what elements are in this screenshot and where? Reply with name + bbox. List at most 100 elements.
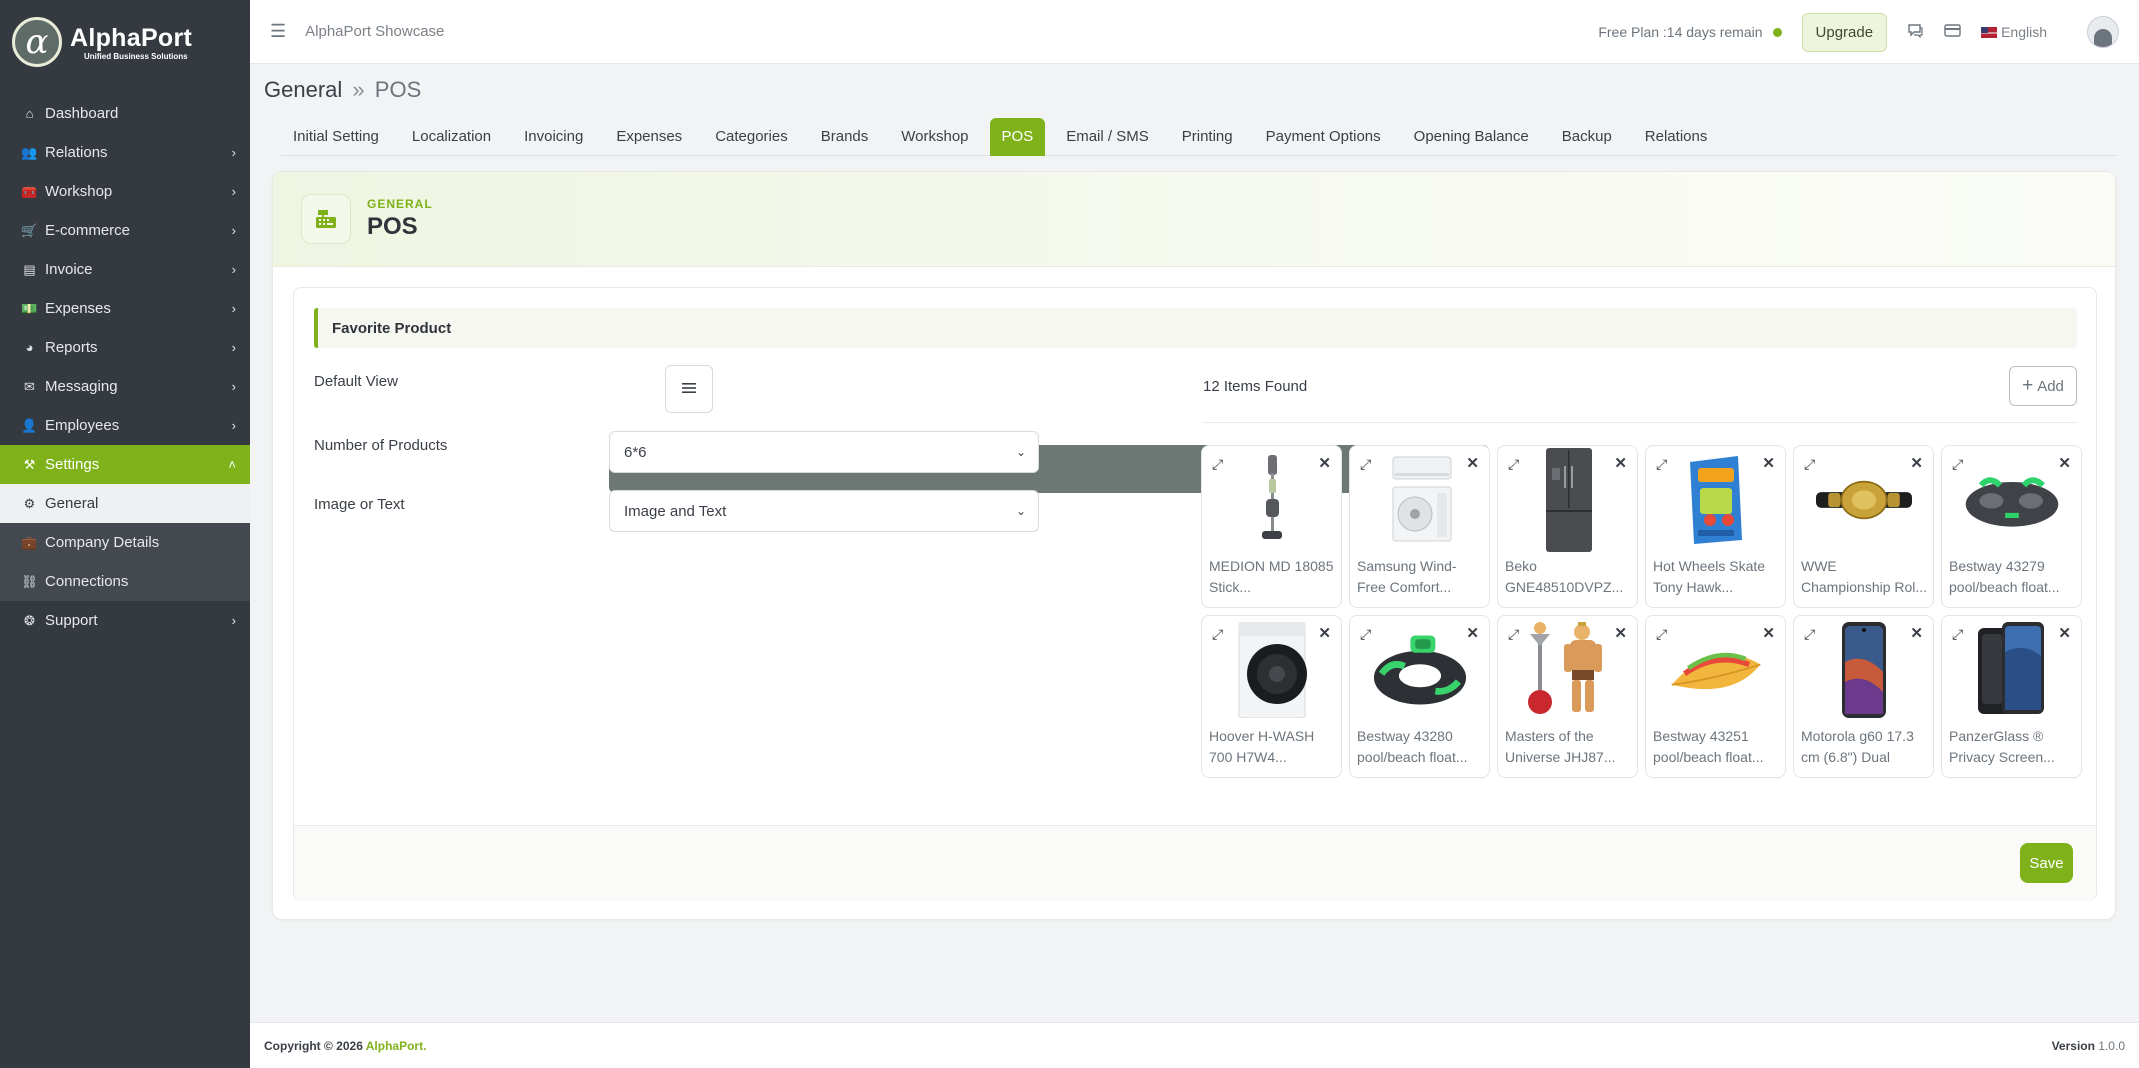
tab-categories[interactable]: Categories (703, 118, 800, 156)
product-card[interactable]: ⤢ ✕ Bestway 43279 pool/beach float... (1941, 445, 2082, 608)
link-icon: ⛓ (21, 573, 38, 589)
chevron-right-icon: › (231, 301, 236, 316)
close-icon[interactable]: ✕ (1614, 454, 1627, 472)
upgrade-button[interactable]: Upgrade (1801, 12, 1888, 52)
product-card[interactable]: ⤢ ✕ Hot Wheels Skate Tony Hawk... (1645, 445, 1786, 608)
product-card[interactable]: ⤢ ✕ Beko GNE48510DVPZ... (1497, 445, 1638, 608)
expand-icon[interactable]: ⤢ (1952, 626, 1963, 643)
close-icon[interactable]: ✕ (1466, 624, 1479, 642)
tab-email-sms[interactable]: Email / SMS (1054, 118, 1161, 156)
footer-brand-link[interactable]: AlphaPort. (366, 1039, 427, 1053)
sidebar-item-reports[interactable]: ◕ Reports › (0, 328, 250, 367)
sidebar-item-ecommerce[interactable]: 🛒 E-commerce › (0, 211, 250, 250)
form-footer: Save (294, 825, 2096, 901)
expand-icon[interactable]: ⤢ (1656, 626, 1667, 643)
tab-backup[interactable]: Backup (1550, 118, 1624, 156)
tab-payment-options[interactable]: Payment Options (1254, 118, 1393, 156)
hamburger-menu-icon[interactable]: ☰ (270, 21, 286, 42)
sidebar-item-settings[interactable]: ⚒ Settings ˄ (0, 445, 250, 484)
sidebar-item-label: Settings (45, 456, 100, 473)
close-icon[interactable]: ✕ (2058, 454, 2071, 472)
image-or-text-select[interactable]: Image and Text ⌄ (609, 490, 1039, 532)
product-image-float-green (1964, 452, 2060, 548)
close-icon[interactable]: ✕ (1318, 454, 1331, 472)
chevron-up-icon: ˄ (228, 457, 236, 472)
chevron-down-icon: ⌄ (1015, 445, 1026, 459)
tab-expenses[interactable]: Expenses (604, 118, 694, 156)
expand-icon[interactable]: ⤢ (1952, 456, 1963, 473)
sidebar-item-dashboard[interactable]: ⌂ Dashboard (0, 94, 250, 133)
language-selector[interactable]: English (1981, 24, 2047, 40)
product-card[interactable]: ⤢ ✕ PanzerGlass ® Privacy Screen... (1941, 615, 2082, 778)
close-icon[interactable]: ✕ (1910, 454, 1923, 472)
chat-icon[interactable] (1907, 23, 1924, 42)
product-card[interactable]: ⤢ ✕ Masters of the Universe JHJ87... (1497, 615, 1638, 778)
expand-icon[interactable]: ⤢ (1212, 456, 1223, 473)
tab-relations[interactable]: Relations (1633, 118, 1720, 156)
breadcrumb-parent[interactable]: General (264, 77, 342, 102)
image-or-text-label: Image or Text (314, 496, 405, 513)
tab-pos[interactable]: POS (989, 118, 1046, 156)
sidebar-item-expenses[interactable]: 💵 Expenses › (0, 289, 250, 328)
avatar[interactable] (2087, 16, 2119, 48)
product-card[interactable]: ⤢ ✕ Bestway 43251 pool/beach float... (1645, 615, 1786, 778)
sidebar-item-workshop[interactable]: 🧰 Workshop › (0, 172, 250, 211)
chevron-right-icon: › (231, 223, 236, 238)
sidebar-item-label: Connections (45, 573, 129, 590)
close-icon[interactable]: ✕ (1318, 624, 1331, 642)
sidebar-item-label: Relations (45, 144, 108, 161)
close-icon[interactable]: ✕ (1466, 454, 1479, 472)
expand-icon[interactable]: ⤢ (1804, 626, 1815, 643)
chevron-right-icon: › (231, 613, 236, 628)
sidebar-item-invoice[interactable]: ▤ Invoice › (0, 250, 250, 289)
expand-icon[interactable]: ⤢ (1656, 456, 1667, 473)
expand-icon[interactable]: ⤢ (1212, 626, 1223, 643)
product-card[interactable]: ⤢ ✕ Hoover H-WASH 700 H7W4... (1201, 615, 1342, 778)
sidebar-item-general[interactable]: ⚙ General (0, 484, 250, 523)
number-of-products-select[interactable]: 6*6 ⌄ (609, 431, 1039, 473)
expand-icon[interactable]: ⤢ (1804, 456, 1815, 473)
product-image-championship-belt (1816, 452, 1912, 548)
breadcrumb: General » POS (264, 77, 421, 103)
items-found-count: 12 Items Found (1203, 378, 1308, 395)
sidebar-item-company-details[interactable]: 💼 Company Details (0, 523, 250, 562)
close-icon[interactable]: ✕ (2058, 624, 2071, 642)
tab-printing[interactable]: Printing (1170, 118, 1245, 156)
users-icon: 👥 (21, 144, 38, 160)
tab-workshop[interactable]: Workshop (889, 118, 980, 156)
close-icon[interactable]: ✕ (1614, 624, 1627, 642)
sidebar-item-employees[interactable]: 👤 Employees › (0, 406, 250, 445)
product-card[interactable]: ⤢ ✕ MEDION MD 18085 Stick... (1201, 445, 1342, 608)
add-product-button[interactable]: + Add (2009, 366, 2077, 406)
cash-register-icon (301, 194, 351, 244)
expand-icon[interactable]: ⤢ (1360, 626, 1371, 643)
product-name: Motorola g60 17.3 cm (6.8") Dual SIM... (1801, 728, 1914, 765)
add-label: Add (2037, 377, 2064, 395)
credit-card-icon[interactable] (1944, 23, 1961, 41)
logo[interactable]: α AlphaPort Unified Business Solutions (0, 0, 250, 84)
sidebar-item-label: Dashboard (45, 105, 119, 122)
product-card[interactable]: ⤢ ✕ WWE Championship Rol... (1793, 445, 1934, 608)
sidebar-item-relations[interactable]: 👥 Relations › (0, 133, 250, 172)
expand-icon[interactable]: ⤢ (1508, 456, 1519, 473)
save-button[interactable]: Save (2020, 843, 2073, 883)
number-of-products-label: Number of Products (314, 437, 448, 454)
product-card[interactable]: ⤢ ✕ Motorola g60 17.3 cm (6.8") Dual SIM… (1793, 615, 1934, 778)
close-icon[interactable]: ✕ (1910, 624, 1923, 642)
sidebar-item-support[interactable]: ❂ Support › (0, 601, 250, 640)
product-card[interactable]: ⤢ ✕ Bestway 43280 pool/beach float... (1349, 615, 1490, 778)
expand-icon[interactable]: ⤢ (1508, 626, 1519, 643)
close-icon[interactable]: ✕ (1762, 454, 1775, 472)
close-icon[interactable]: ✕ (1762, 624, 1775, 642)
tab-brands[interactable]: Brands (809, 118, 881, 156)
tab-opening-balance[interactable]: Opening Balance (1402, 118, 1541, 156)
list-view-button[interactable] (665, 365, 713, 413)
toolbox-icon: 🧰 (21, 183, 38, 199)
tab-invoicing[interactable]: Invoicing (512, 118, 595, 156)
sidebar-item-messaging[interactable]: ✉ Messaging › (0, 367, 250, 406)
tab-initial-setting[interactable]: Initial Setting (281, 118, 391, 156)
expand-icon[interactable]: ⤢ (1360, 456, 1371, 473)
sidebar-item-connections[interactable]: ⛓ Connections (0, 562, 250, 601)
tab-localization[interactable]: Localization (400, 118, 503, 156)
product-card[interactable]: ⤢ ✕ Samsung Wind-Free Comfort... (1349, 445, 1490, 608)
